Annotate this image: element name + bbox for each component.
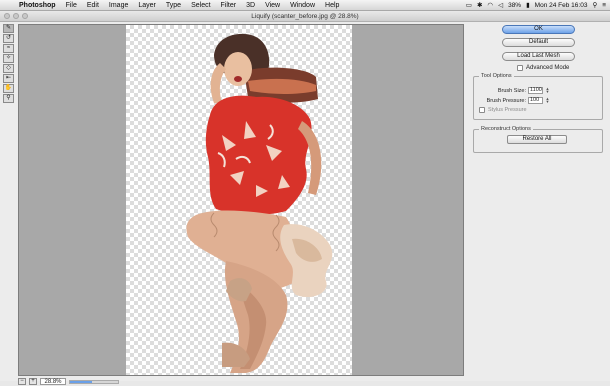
load-last-mesh-button[interactable]: Load Last Mesh	[502, 52, 575, 61]
close-icon[interactable]	[4, 13, 10, 19]
brush-pressure-stepper-icon[interactable]: ▲ ▼	[545, 97, 550, 104]
ok-button[interactable]: OK	[502, 25, 575, 34]
liquify-toolbox: ✎ ↺ ≈ ✧ ◇ ⇤ ✋ ⚲	[3, 24, 15, 104]
volume-icon[interactable]: ◁	[498, 1, 503, 9]
zoom-out-button[interactable]: −	[18, 378, 26, 385]
airplay-icon[interactable]: ▭	[466, 1, 472, 9]
reconstruct-tool-icon[interactable]: ↺	[3, 34, 14, 43]
window-controls	[4, 13, 28, 19]
document-image[interactable]	[126, 25, 352, 375]
liquify-canvas[interactable]	[18, 24, 464, 376]
clock[interactable]: Mon 24 Feb 16:03	[535, 2, 588, 9]
search-icon[interactable]: ⚲	[592, 1, 597, 9]
restore-all-button[interactable]: Restore All	[507, 135, 567, 144]
brush-pressure-field[interactable]: 100	[528, 97, 543, 104]
progress-bar	[69, 379, 119, 384]
zoom-in-button[interactable]: +	[29, 378, 37, 385]
advanced-mode-option[interactable]: Advanced Mode	[517, 65, 569, 71]
forward-warp-tool-icon[interactable]: ✎	[3, 24, 14, 33]
brush-size-field[interactable]: 1100	[528, 87, 543, 94]
brush-pressure-row: Brush Pressure: 100 ▲ ▼	[474, 97, 600, 104]
hand-tool-icon[interactable]: ✋	[3, 84, 14, 93]
liquified-photo	[186, 33, 333, 373]
raised-arm	[210, 63, 226, 103]
brush-pressure-label: Brush Pressure:	[486, 97, 526, 104]
reconstruct-options-group: Reconstruct Options Restore All	[473, 126, 603, 153]
notification-icon[interactable]: ≡	[602, 2, 606, 9]
menu-bar: Photoshop File Edit Image Layer Type Sel…	[0, 0, 610, 11]
menu-3d[interactable]: 3D	[241, 2, 260, 9]
menu-filter[interactable]: Filter	[216, 2, 242, 9]
brush-size-label: Brush Size:	[497, 87, 526, 94]
brush-size-stepper-icon[interactable]: ▲ ▼	[545, 87, 550, 94]
advanced-mode-label: Advanced Mode	[526, 65, 570, 71]
zoom-tool-icon[interactable]: ⚲	[3, 94, 14, 103]
wifi-icon[interactable]: ◠	[487, 1, 493, 9]
window-title: Liquify (scanter_before.jpg @ 28.8%)	[251, 13, 359, 20]
reconstruct-options-title: Reconstruct Options	[479, 126, 533, 132]
stylus-pressure-checkbox[interactable]	[479, 107, 485, 113]
advanced-mode-checkbox[interactable]	[517, 65, 523, 71]
menu-image[interactable]: Image	[104, 2, 133, 9]
menu-view[interactable]: View	[260, 2, 285, 9]
bluetooth-icon[interactable]: ✱	[477, 1, 482, 9]
zoom-icon[interactable]	[22, 13, 28, 19]
stylus-pressure-option[interactable]: Stylus Pressure	[479, 107, 527, 113]
liquify-options-panel: OK Default Load Last Mesh Advanced Mode …	[470, 24, 606, 376]
menu-window[interactable]: Window	[285, 2, 320, 9]
menu-edit[interactable]: Edit	[82, 2, 104, 9]
menu-help[interactable]: Help	[320, 2, 344, 9]
mouth-shape	[234, 76, 242, 82]
menu-file[interactable]: File	[61, 2, 82, 9]
minimize-icon[interactable]	[13, 13, 19, 19]
zoom-level[interactable]: 28.8%	[40, 378, 66, 385]
stylus-pressure-label: Stylus Pressure	[488, 107, 527, 113]
pucker-tool-icon[interactable]: ✧	[3, 54, 14, 63]
smooth-tool-icon[interactable]: ≈	[3, 44, 14, 53]
menu-type[interactable]: Type	[161, 2, 186, 9]
menu-select[interactable]: Select	[186, 2, 215, 9]
tool-options-title: Tool Options	[479, 73, 514, 79]
battery-icon: ▮	[526, 2, 530, 9]
menu-photoshop[interactable]: Photoshop	[14, 2, 61, 9]
push-left-tool-icon[interactable]: ⇤	[3, 74, 14, 83]
status-bar: − + 28.8%	[18, 377, 464, 386]
default-button[interactable]: Default	[502, 38, 575, 47]
liquify-window: Liquify (scanter_before.jpg @ 28.8%) ✎ ↺…	[0, 11, 610, 385]
window-titlebar: Liquify (scanter_before.jpg @ 28.8%)	[0, 11, 610, 22]
battery-percent[interactable]: 38%	[508, 2, 521, 9]
status-menus: ▭ ✱ ◠ ◁ 38% ▮ Mon 24 Feb 16:03 ⚲ ≡	[466, 1, 610, 10]
bloat-tool-icon[interactable]: ◇	[3, 64, 14, 73]
tool-options-group: Tool Options Brush Size: 1100 ▲ ▼ Brush P…	[473, 73, 603, 120]
menu-layer[interactable]: Layer	[133, 2, 161, 9]
brush-size-row: Brush Size: 1100 ▲ ▼	[474, 87, 600, 94]
